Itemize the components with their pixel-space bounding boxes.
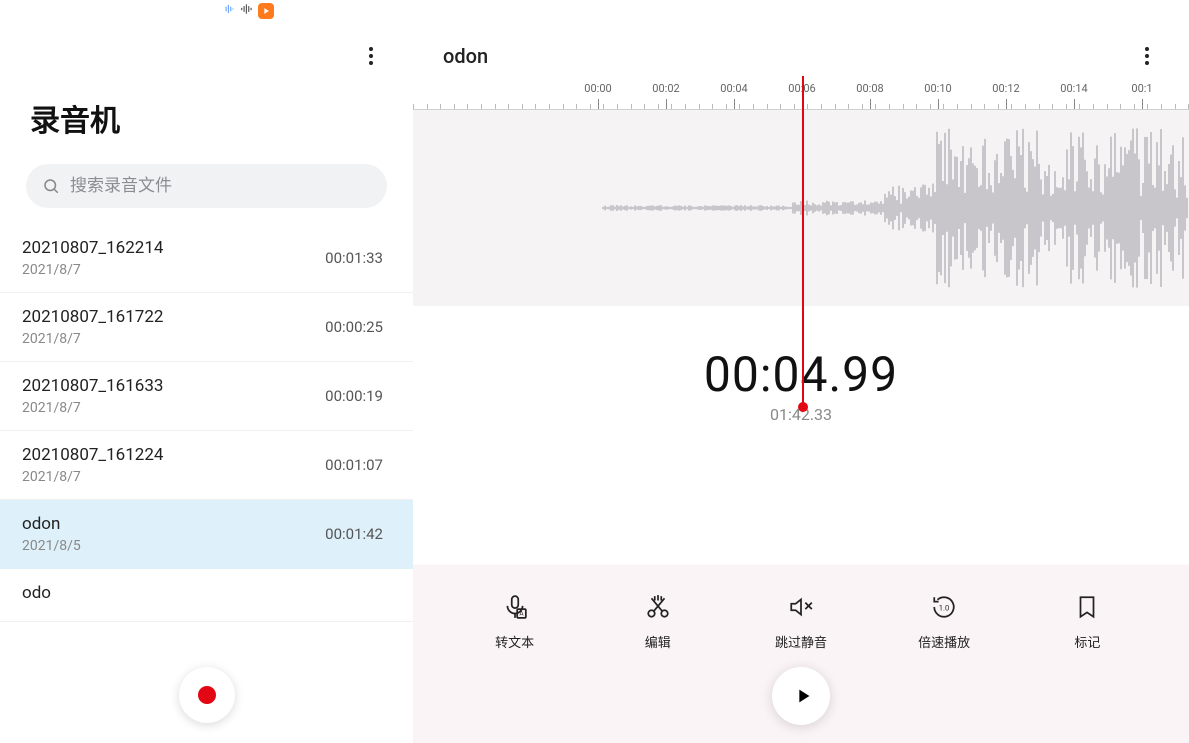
search-icon	[42, 177, 60, 195]
play-icon	[792, 685, 814, 707]
current-time: 00:04.99	[413, 346, 1189, 403]
recording-name: 20210807_162214	[22, 238, 163, 258]
waveform[interactable]	[413, 110, 1189, 306]
recording-name: 20210807_161722	[22, 307, 163, 327]
recording-name: 20210807_161633	[22, 376, 163, 396]
list-item[interactable]: 20210807_161633 2021/8/7 00:00:19	[0, 362, 413, 431]
recording-name: odon	[22, 514, 81, 534]
app-title: 录音机	[0, 68, 413, 164]
recordings-panel: 录音机 20210807_162214 2021/8/7 00:01:33 20…	[0, 0, 413, 743]
record-dot-icon	[198, 686, 216, 704]
record-button[interactable]	[179, 667, 235, 723]
tool-speed[interactable]: 1.0 倍速播放	[899, 594, 989, 651]
mute-skip-icon	[788, 594, 814, 624]
tool-label: 跳过静音	[775, 632, 827, 651]
ruler-label: 00:12	[992, 82, 1019, 95]
recording-duration: 00:00:25	[325, 318, 383, 336]
recording-duration: 00:01:07	[325, 456, 383, 474]
recording-duration: 00:00:19	[325, 387, 383, 405]
ruler-label: 00:14	[1060, 82, 1087, 95]
play-button[interactable]	[772, 667, 830, 725]
time-ruler: 00:0000:0200:0400:0600:0800:1000:1200:14…	[413, 76, 1189, 110]
recording-date: 2021/8/7	[22, 262, 163, 278]
player-more-menu-button[interactable]	[1135, 44, 1159, 68]
ruler-label: 00:10	[924, 82, 951, 95]
tool-bookmark[interactable]: 标记	[1042, 594, 1132, 651]
tool-label: 倍速播放	[918, 632, 970, 651]
ruler-label: 00:02	[652, 82, 679, 95]
playhead[interactable]	[802, 76, 804, 406]
recording-name: odo	[22, 583, 51, 603]
tool-label: 编辑	[645, 632, 671, 651]
player-panel: odon 00:0000:0200:0400:0600:0800:1000:12…	[413, 0, 1189, 743]
scissors-icon	[645, 594, 671, 624]
tool-skip-silence[interactable]: 跳过静音	[756, 594, 846, 651]
ruler-label: 00:08	[856, 82, 883, 95]
tool-label: 转文本	[495, 632, 534, 651]
search-field[interactable]	[26, 164, 387, 208]
recording-date: 2021/8/5	[22, 538, 81, 554]
list-item[interactable]: 20210807_162214 2021/8/7 00:01:33	[0, 224, 413, 293]
list-item[interactable]: odo	[0, 569, 413, 622]
tool-label: 标记	[1074, 632, 1100, 651]
recording-duration: 00:01:33	[325, 249, 383, 267]
tool-to-text[interactable]: A 转文本	[470, 594, 560, 651]
search-input[interactable]	[70, 176, 371, 196]
recording-duration: 00:01:42	[325, 525, 383, 543]
tool-edit[interactable]: 编辑	[613, 594, 703, 651]
tool-row: A 转文本 编辑 跳过静音 1.0 倍速播放 标记	[413, 594, 1189, 651]
list-item[interactable]: 20210807_161224 2021/8/7 00:01:07	[0, 431, 413, 500]
more-menu-button[interactable]	[359, 44, 383, 68]
ruler-label: 00:00	[584, 82, 611, 95]
bookmark-icon	[1074, 594, 1100, 624]
mic-text-icon: A	[502, 594, 528, 624]
recording-date: 2021/8/7	[22, 469, 163, 485]
ruler-label: 00:04	[720, 82, 747, 95]
recording-date: 2021/8/7	[22, 400, 163, 416]
timeline[interactable]: 00:0000:0200:0400:0600:0800:1000:1200:14…	[413, 76, 1189, 306]
list-item[interactable]: 20210807_161722 2021/8/7 00:00:25	[0, 293, 413, 362]
recording-date: 2021/8/7	[22, 331, 163, 347]
recording-name: 20210807_161224	[22, 445, 163, 465]
svg-text:A: A	[519, 610, 524, 618]
recordings-list: 20210807_162214 2021/8/7 00:01:33 202108…	[0, 224, 413, 743]
ruler-label: 00:1	[1131, 82, 1152, 95]
file-title: odon	[443, 44, 488, 68]
list-item[interactable]: odon 2021/8/5 00:01:42	[0, 500, 413, 569]
svg-text:1.0: 1.0	[939, 603, 950, 612]
speed-icon: 1.0	[931, 594, 957, 624]
